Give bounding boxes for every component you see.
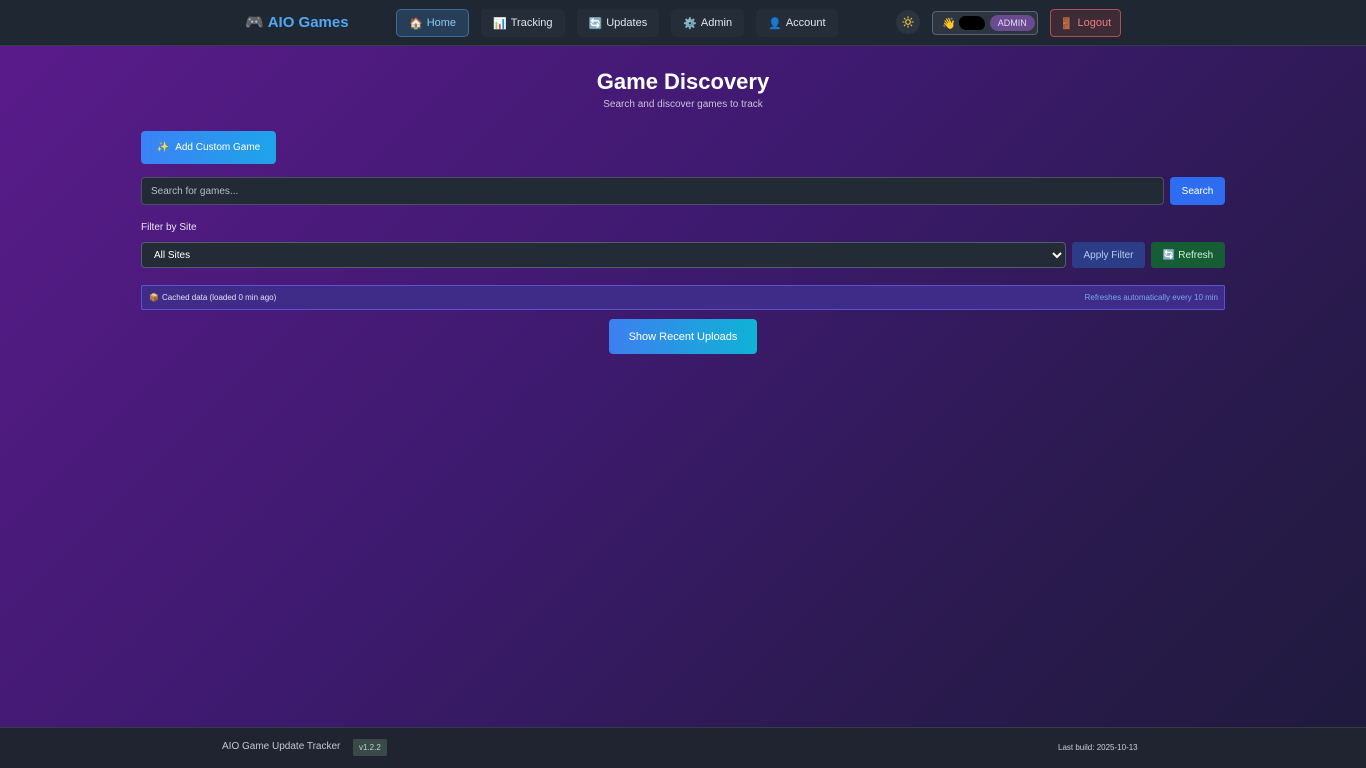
gear-icon: ⚙️ (683, 17, 697, 30)
nav-tracking-label: Tracking (510, 17, 553, 29)
footer: AIO Game Update Tracker v1.2.2 Last buil… (0, 727, 1366, 768)
filter-label: Filter by Site (141, 222, 197, 233)
add-custom-game-button[interactable]: ✨ Add Custom Game (141, 131, 276, 164)
cache-status-text: Cached data (loaded 0 min ago) (161, 293, 277, 302)
brand-logo[interactable]: 🎮 AIO Games (245, 13, 349, 32)
brand-name: AIO Games (267, 13, 349, 31)
refresh-icon: 🔄 (588, 17, 603, 30)
top-navbar: 🎮 AIO Games 🏠 Home 📊 Tracking 🔄 Updates … (0, 0, 1366, 46)
redacted-username (958, 16, 985, 30)
gamepad-icon: 🎮 (245, 14, 264, 31)
nav-updates[interactable]: 🔄 Updates (576, 9, 660, 37)
sun-icon (902, 16, 914, 28)
add-custom-game-label: Add Custom Game (175, 142, 261, 153)
nav-tracking[interactable]: 📊 Tracking (481, 9, 565, 37)
nav-account-label: Account (785, 17, 826, 29)
user-icon: 👤 (768, 17, 782, 30)
nav-home-label: Home (426, 17, 457, 29)
main-nav: 🏠 Home 📊 Tracking 🔄 Updates ⚙️ Admin 👤 A… (396, 9, 838, 37)
door-icon: 🚪 (1059, 17, 1074, 30)
version-badge: v1.2.2 (353, 739, 387, 756)
page-subtitle: Search and discover games to track (603, 99, 763, 110)
search-input[interactable] (141, 177, 1164, 205)
apply-filter-button[interactable]: Apply Filter (1072, 242, 1145, 268)
home-icon: 🏠 (409, 17, 423, 30)
build-date: Last build: 2025-10-13 (1058, 743, 1138, 752)
nav-admin[interactable]: ⚙️ Admin (671, 9, 745, 37)
theme-toggle-button[interactable] (896, 10, 920, 34)
user-menu[interactable]: 👋 ADMIN (932, 11, 1038, 35)
wave-icon: 👋 (942, 17, 956, 30)
role-badge: ADMIN (989, 15, 1035, 31)
sparkles-icon: ✨ (156, 142, 170, 153)
refresh-icon: 🔄 (1162, 249, 1176, 261)
footer-title: AIO Game Update Tracker (222, 741, 341, 752)
logout-button[interactable]: 🚪 Logout (1050, 9, 1121, 37)
site-filter-select[interactable]: All Sites (141, 242, 1066, 268)
cache-status-bar: 📦 Cached data (loaded 0 min ago) Refresh… (141, 285, 1225, 310)
nav-updates-label: Updates (606, 17, 648, 29)
search-button[interactable]: Search (1170, 177, 1225, 205)
logout-label: Logout (1077, 17, 1112, 29)
auto-refresh-note: Refreshes automatically every 10 min (1084, 293, 1218, 302)
show-recent-uploads-button[interactable]: Show Recent Uploads (609, 319, 757, 354)
cache-status: 📦 Cached data (loaded 0 min ago) (149, 293, 276, 302)
refresh-button[interactable]: 🔄 Refresh (1151, 242, 1225, 268)
package-icon: 📦 (149, 293, 159, 302)
nav-account[interactable]: 👤 Account (756, 9, 838, 37)
refresh-label: Refresh (1178, 249, 1214, 261)
nav-home[interactable]: 🏠 Home (396, 9, 470, 37)
nav-admin-label: Admin (700, 17, 733, 29)
page-title: Game Discovery (596, 69, 770, 94)
chart-icon: 📊 (493, 17, 507, 30)
